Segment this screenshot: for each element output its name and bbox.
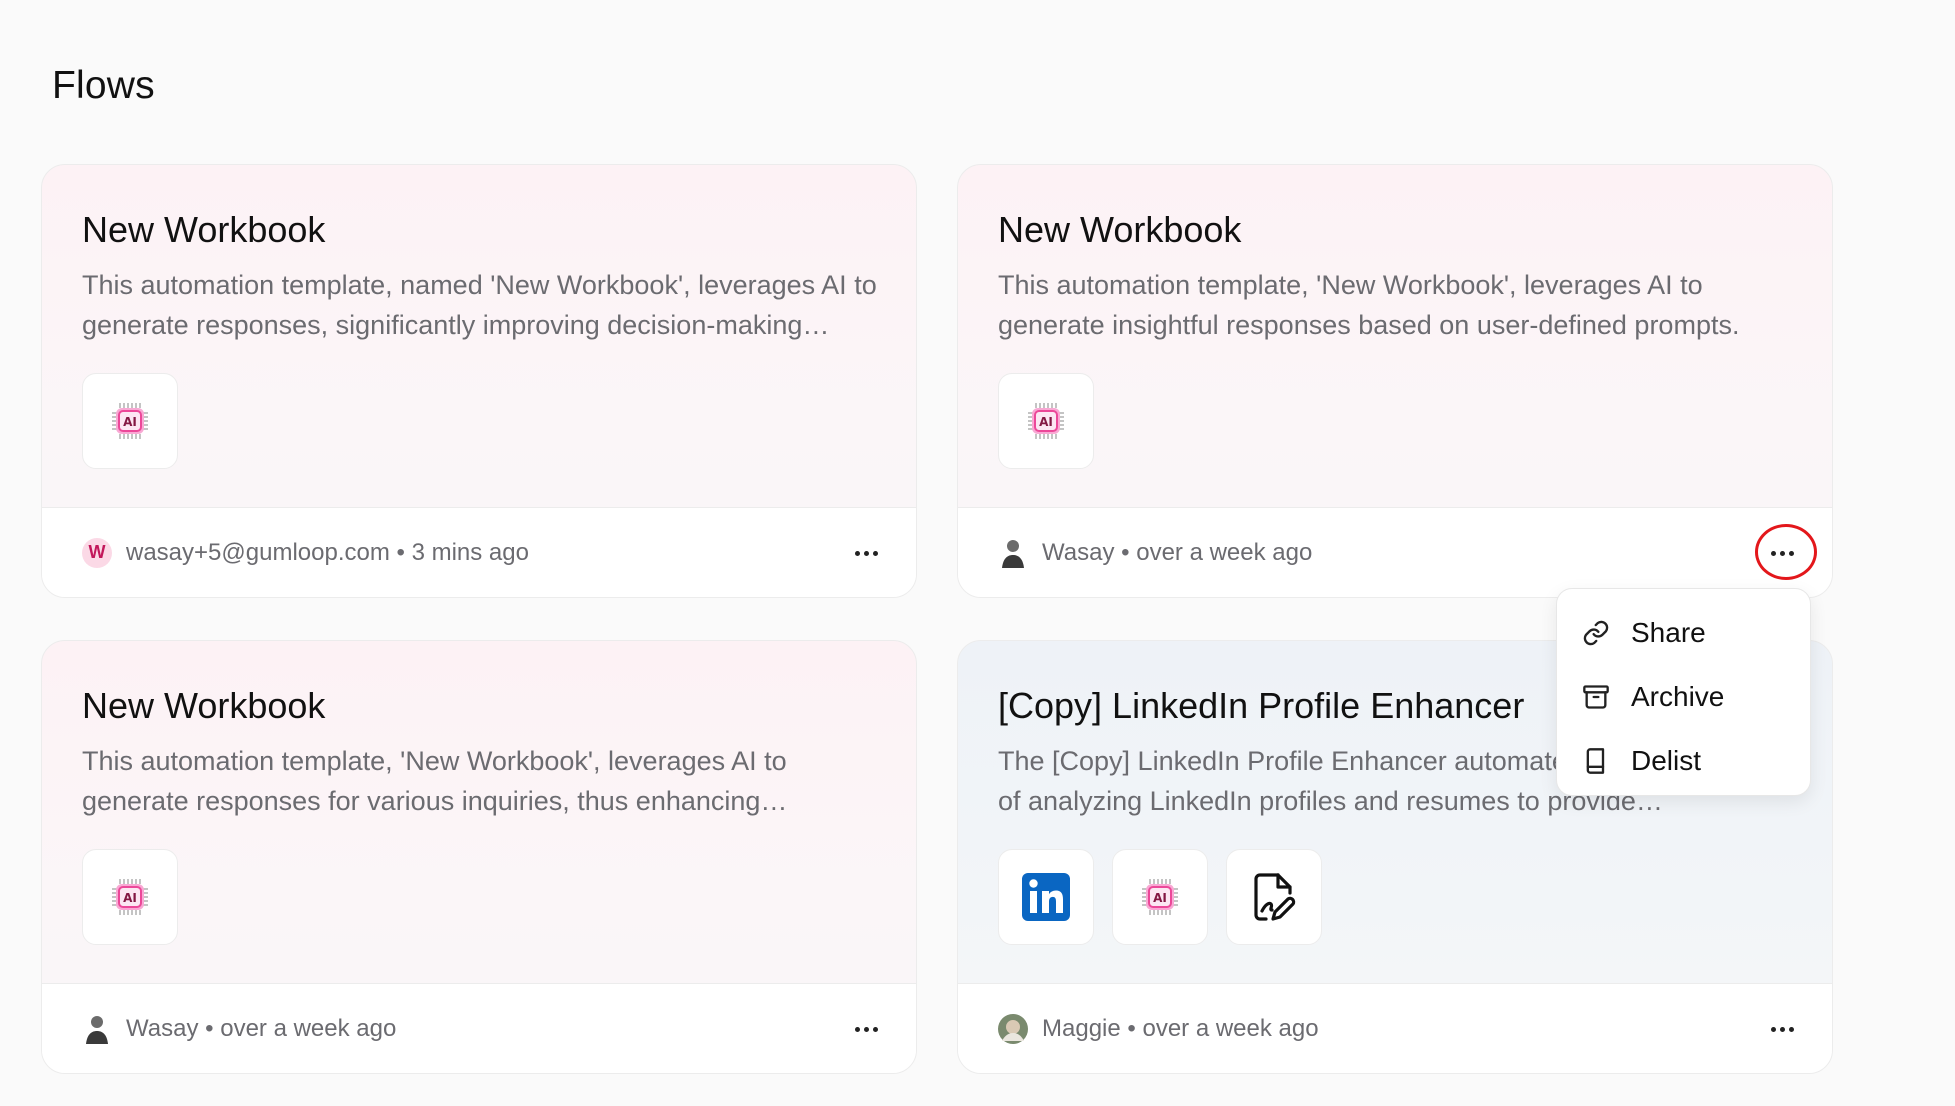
meta-separator: • [1120,1014,1143,1042]
card-description: This automation template, 'New Workbook'… [998,270,1740,340]
user-avatar-icon [82,1013,112,1044]
meta-separator: • [389,538,412,566]
ai-chip-icon: AI [1112,849,1208,945]
menu-item-label: Archive [1631,681,1725,712]
card-footer: W wasay+5@gumloop.com • 3 mins ago [42,507,916,597]
card-node-icons: AI [82,849,178,945]
updated-time: over a week ago [220,1014,397,1042]
page-title: Flows [52,64,155,107]
author-name: Wasay [1042,538,1115,566]
author-name: wasay+5@gumloop.com [126,538,390,566]
more-horizontal-icon [854,1026,878,1032]
ai-chip-icon: AI [82,849,178,945]
menu-item-label: Share [1631,617,1706,648]
card-footer: Maggie • over a week ago [958,983,1832,1073]
card-meta: Wasay • over a week ago [1042,539,1312,567]
file-signature-icon [1226,849,1322,945]
svg-text:AI: AI [1039,415,1053,429]
card-meta: Maggie • over a week ago [1042,1015,1319,1043]
more-horizontal-icon [1770,1026,1794,1032]
menu-item-label: Delist [1631,745,1702,776]
card-footer: Wasay • over a week ago [958,507,1832,597]
card-options-menu: Share Archive Delist [1556,588,1811,796]
updated-time: over a week ago [1136,538,1313,566]
updated-time: 3 mins ago [411,538,529,566]
ai-chip-icon: AI [998,373,1094,469]
link-icon [1581,618,1611,648]
more-horizontal-icon [1770,550,1794,556]
menu-item-share[interactable]: Share [1557,601,1810,665]
user-avatar-icon [998,1013,1028,1044]
card-footer: Wasay • over a week ago [42,983,916,1073]
user-avatar-icon [998,537,1028,568]
menu-item-archive[interactable]: Archive [1557,665,1810,729]
linkedin-icon [998,849,1094,945]
card-title: New Workbook [998,209,1242,250]
ai-chip-icon: AI [82,373,178,469]
card-title: New Workbook [82,209,326,250]
svg-text:AI: AI [1153,891,1167,905]
more-options-button[interactable] [1756,528,1808,578]
card-node-icons: AI [998,849,1322,945]
card-description: This automation template, 'New Workbook'… [82,746,787,816]
card-description: This automation template, named 'New Wor… [82,270,877,340]
book-icon [1581,746,1611,776]
more-options-button[interactable] [1756,1004,1808,1054]
menu-item-delist[interactable]: Delist [1557,729,1810,793]
svg-text:AI: AI [123,891,137,905]
card-title: New Workbook [82,685,326,726]
archive-icon [1581,682,1611,712]
author-name: Maggie [1042,1014,1121,1042]
more-options-button[interactable] [840,528,892,578]
meta-separator: • [198,1014,221,1042]
card-meta: wasay+5@gumloop.com • 3 mins ago [126,539,529,567]
flow-card[interactable]: New Workbook This automation template, '… [41,640,917,1074]
more-options-button[interactable] [840,1004,892,1054]
flow-card[interactable]: New Workbook This automation template, n… [41,164,917,598]
svg-text:AI: AI [123,415,137,429]
meta-separator: • [1114,538,1137,566]
more-horizontal-icon [854,550,878,556]
avatar: W [82,537,112,568]
card-node-icons: AI [82,373,178,469]
card-node-icons: AI [998,373,1094,469]
updated-time: over a week ago [1142,1014,1319,1042]
flows-page: Flows New Workbook This automation templ… [0,0,1955,1106]
author-name: Wasay [126,1014,199,1042]
card-title: [Copy] LinkedIn Profile Enhancer [998,685,1525,726]
card-meta: Wasay • over a week ago [126,1015,396,1043]
flow-card[interactable]: New Workbook This automation template, '… [957,164,1833,598]
